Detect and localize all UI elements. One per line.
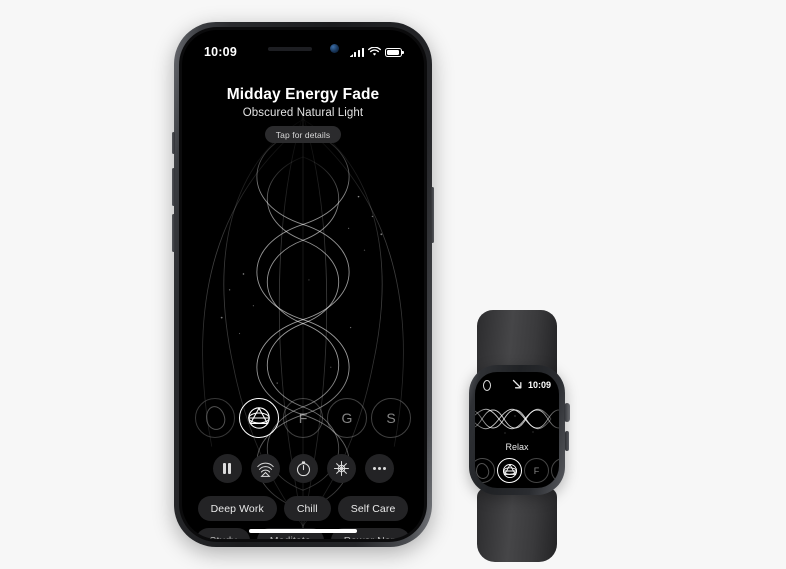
watch-mode-label: Relax xyxy=(505,442,529,452)
watch-sound-row: F xyxy=(475,458,559,483)
sound-circle-label: F xyxy=(298,410,308,426)
sound-circle-endel-selected[interactable] xyxy=(239,398,279,438)
arrow-down-right-icon xyxy=(512,379,522,389)
sparkle-star-icon xyxy=(333,461,349,476)
sound-circle-f[interactable]: F xyxy=(283,398,323,438)
activity-ring-icon xyxy=(483,379,491,391)
iphone-device: 10:09 Midday Energy Fade Obscured Natura… xyxy=(172,22,434,547)
airplay-button[interactable] xyxy=(250,454,280,483)
playback-controls xyxy=(182,454,424,483)
preset-chip-chill[interactable]: Chill xyxy=(283,496,331,521)
more-dots-icon xyxy=(372,467,386,470)
timer-icon xyxy=(296,461,310,477)
watch-circle-endel-selected[interactable] xyxy=(497,458,522,483)
iphone-bezel: 10:09 Midday Energy Fade Obscured Natura… xyxy=(179,27,427,542)
sound-circle-egg[interactable] xyxy=(195,398,235,438)
preset-chip-study[interactable]: Study xyxy=(196,528,250,539)
effects-button[interactable] xyxy=(326,454,356,483)
watch-circle-egg[interactable] xyxy=(475,458,495,483)
endel-logo-icon xyxy=(502,463,517,478)
timer-button[interactable] xyxy=(288,454,318,483)
sound-circle-s[interactable]: S xyxy=(371,398,411,438)
watch-screen: 10:09 Relax F xyxy=(475,372,559,488)
sound-circle-g[interactable]: G xyxy=(327,398,367,438)
preset-row-1: Deep Work Chill Self Care xyxy=(197,496,409,521)
front-camera-icon xyxy=(329,44,339,53)
page-subtitle: Obscured Natural Light xyxy=(242,107,364,119)
watch-time: 10:09 xyxy=(527,380,551,390)
watch-band-bottom xyxy=(477,488,557,562)
watch-circle-next[interactable] xyxy=(551,458,559,483)
sound-circle-label: S xyxy=(386,410,396,426)
now-playing-header: Midday Energy Fade Obscured Natural Ligh… xyxy=(182,86,424,143)
watch-circle-label: F xyxy=(533,465,540,476)
side-button-icon[interactable] xyxy=(564,431,569,451)
earpiece-speaker-icon xyxy=(267,46,312,51)
volume-down-button[interactable] xyxy=(172,214,175,252)
watch-circle-f[interactable]: F xyxy=(524,458,549,483)
wifi-icon xyxy=(368,47,381,56)
page-title: Midday Energy Fade xyxy=(226,86,380,103)
apple-watch-device: 10:09 Relax F xyxy=(452,310,582,562)
sound-circle-label: G xyxy=(341,410,353,426)
more-button[interactable] xyxy=(364,454,394,483)
iphone-screen: 10:09 Midday Energy Fade Obscured Natura… xyxy=(182,30,424,539)
egg-outline-icon xyxy=(475,461,491,480)
pause-button[interactable] xyxy=(212,454,242,483)
egg-outline-icon xyxy=(203,404,227,432)
preset-chip-self-care[interactable]: Self Care xyxy=(337,496,409,521)
watch-case: 10:09 Relax F xyxy=(469,365,570,495)
volume-up-button[interactable] xyxy=(172,168,175,206)
home-indicator-bar[interactable] xyxy=(249,528,357,533)
watch-wave-visualization xyxy=(475,408,559,434)
scene: 10:09 Midday Energy Fade Obscured Natura… xyxy=(0,0,786,569)
status-icons xyxy=(350,47,404,57)
sound-selector-row: F G S xyxy=(182,398,424,438)
digital-crown-icon[interactable] xyxy=(564,403,570,422)
pause-icon xyxy=(223,463,231,474)
dynamic-island xyxy=(251,40,355,57)
ring-switch[interactable] xyxy=(172,132,175,154)
battery-icon xyxy=(385,47,404,57)
tap-for-details-chip[interactable]: Tap for details xyxy=(264,126,342,143)
power-button[interactable] xyxy=(431,187,434,243)
status-time: 10:09 xyxy=(204,45,237,59)
airplay-broadcast-icon xyxy=(256,462,274,477)
endel-logo-icon xyxy=(248,407,270,429)
preset-chip-deep-work[interactable]: Deep Work xyxy=(197,496,277,521)
